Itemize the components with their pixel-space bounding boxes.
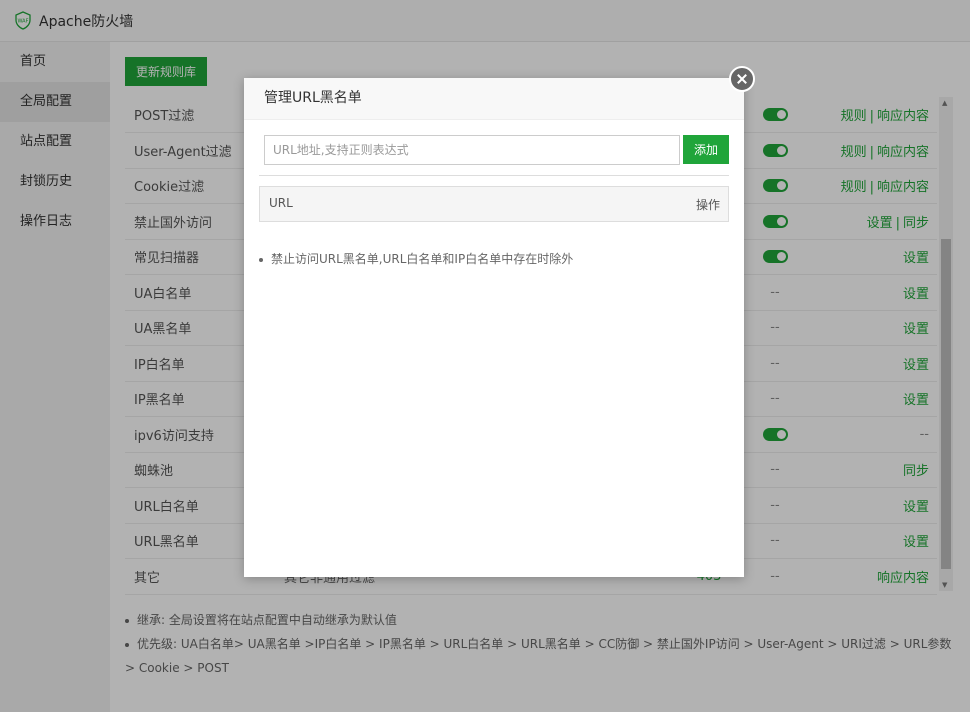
modal-note: 禁止访问URL黑名单,URL白名单和IP白名单中存在时除外 — [259, 250, 573, 267]
url-input[interactable] — [264, 135, 680, 165]
action-column-header: 操作 — [695, 198, 720, 212]
close-icon[interactable] — [729, 66, 755, 92]
url-column-header: URL — [269, 196, 293, 210]
bullet-icon — [259, 257, 263, 262]
modal-title: 管理URL黑名单 — [244, 78, 744, 120]
url-blacklist-modal: 管理URL黑名单 添加 URL 操作 禁止访问URL黑名单,URL白名单和IP白… — [244, 78, 744, 577]
add-button[interactable]: 添加 — [683, 135, 729, 164]
divider — [259, 175, 729, 176]
url-table-header: URL 操作 — [259, 186, 729, 222]
